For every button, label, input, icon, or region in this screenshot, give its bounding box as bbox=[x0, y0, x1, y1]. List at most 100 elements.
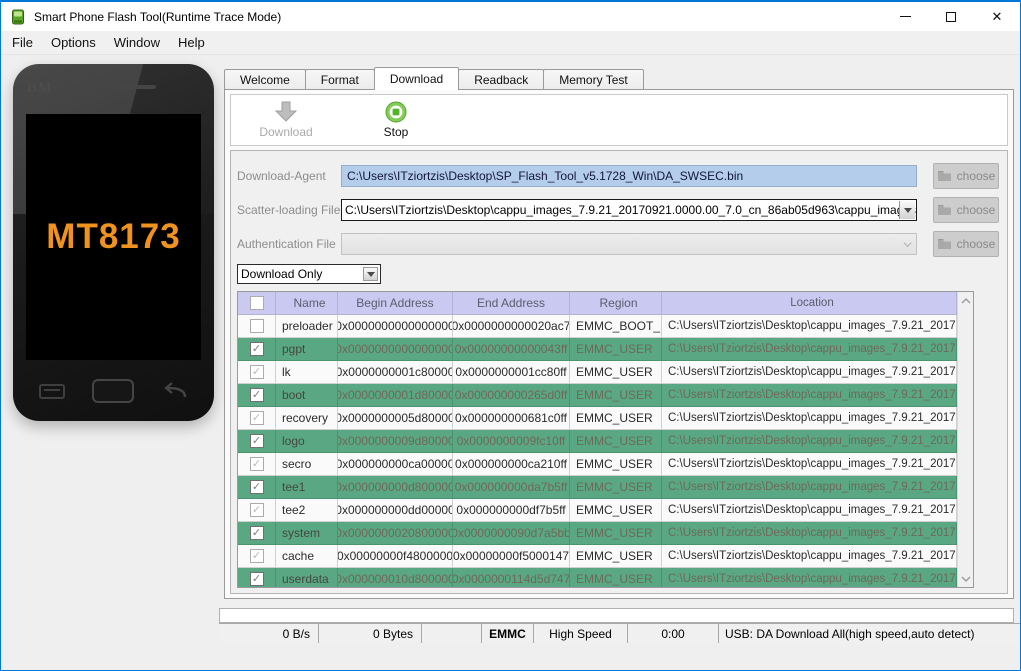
phone-preview: BM MT8173 bbox=[13, 64, 214, 421]
authentication-choose-button[interactable]: choose bbox=[933, 231, 999, 257]
scatter-dropdown-button[interactable] bbox=[899, 201, 915, 219]
window-title: Smart Phone Flash Tool(Runtime Trace Mod… bbox=[34, 9, 282, 24]
choose-label: choose bbox=[956, 203, 996, 217]
checkbox-icon bbox=[249, 457, 264, 471]
table-row-system[interactable]: system0x00000000208000000x0000000090d7a5… bbox=[238, 522, 957, 545]
minimize-icon bbox=[899, 16, 911, 17]
phone-menu-icon bbox=[39, 383, 65, 399]
cell-region: EMMC_USER bbox=[570, 407, 662, 430]
stop-tool-label: Stop bbox=[383, 125, 409, 139]
authentication-file-combobox[interactable] bbox=[341, 233, 917, 255]
row-checkbox[interactable] bbox=[238, 499, 276, 522]
table-row-logo[interactable]: logo0x0000000009d800000x0000000009fc10ff… bbox=[238, 430, 957, 453]
row-checkbox[interactable] bbox=[238, 476, 276, 499]
cell-region: EMMC_BOOT_1 bbox=[570, 315, 662, 338]
cell-location: C:\Users\ITziortzis\Desktop\cappu_images… bbox=[662, 384, 957, 407]
cell-begin-address: 0x0000000000000000 bbox=[338, 338, 453, 361]
row-checkbox[interactable] bbox=[238, 453, 276, 476]
table-row-tee1[interactable]: tee10x000000000d8000000x000000000da7b5ff… bbox=[238, 476, 957, 499]
row-checkbox[interactable] bbox=[238, 407, 276, 430]
checkbox-icon bbox=[249, 480, 264, 494]
row-checkbox[interactable] bbox=[238, 361, 276, 384]
tab-format[interactable]: Format bbox=[304, 69, 375, 90]
cell-name: lk bbox=[276, 361, 338, 384]
cell-location: C:\Users\ITziortzis\Desktop\cappu_images… bbox=[662, 499, 957, 522]
download-mode-select[interactable]: Download Only bbox=[237, 264, 381, 284]
cell-begin-address: 0x0000000000000000 bbox=[338, 315, 453, 338]
cell-end-address: 0x000000000681c0ff bbox=[453, 407, 570, 430]
download-tool-button[interactable]: Download bbox=[231, 101, 341, 139]
toolbar: Download Stop bbox=[230, 94, 1008, 146]
stop-tool-button[interactable]: Stop bbox=[341, 101, 451, 139]
table-row-pgpt[interactable]: pgpt0x00000000000000000x00000000000043ff… bbox=[238, 338, 957, 361]
table-row-preloader[interactable]: preloader 0x0000000000000000 0x00000000000… bbox=[238, 315, 957, 338]
scroll-down-button[interactable] bbox=[958, 570, 973, 587]
menu-item-options[interactable]: Options bbox=[42, 31, 105, 55]
row-checkbox[interactable] bbox=[238, 315, 276, 338]
row-checkbox[interactable] bbox=[238, 384, 276, 407]
tab-readback[interactable]: Readback bbox=[458, 69, 545, 90]
status-cell-5: 0:00 bbox=[628, 624, 719, 643]
table-row-secro[interactable]: secro0x000000000ca000000x000000000ca210f… bbox=[238, 453, 957, 476]
table-scrollbar[interactable] bbox=[957, 292, 973, 587]
status-cell-4: High Speed bbox=[534, 624, 628, 643]
phone-speaker bbox=[99, 85, 156, 89]
row-checkbox[interactable] bbox=[238, 568, 276, 587]
cell-name: boot bbox=[276, 384, 338, 407]
cell-begin-address: 0x0000000009d80000 bbox=[338, 430, 453, 453]
menu-item-help[interactable]: Help bbox=[169, 31, 214, 55]
app-icon bbox=[12, 9, 24, 24]
table-row-cache[interactable]: cache0x00000000f48000000x00000000f500014… bbox=[238, 545, 957, 568]
cell-region: EMMC_USER bbox=[570, 338, 662, 361]
tab-welcome[interactable]: Welcome bbox=[224, 69, 306, 90]
phone-back-icon bbox=[164, 382, 187, 398]
table-row-tee2[interactable]: tee20x000000000dd000000x000000000df7b5ff… bbox=[238, 499, 957, 522]
tab-bar: Welcome Format Download Readback Memory Test bbox=[224, 67, 644, 90]
header-begin-address: Begin Address bbox=[338, 292, 453, 315]
cell-begin-address: 0x0000000005d80000 bbox=[338, 407, 453, 430]
minimize-button[interactable] bbox=[882, 2, 928, 31]
header-region: Region bbox=[570, 292, 662, 315]
download-agent-choose-button[interactable]: choose bbox=[933, 163, 999, 189]
progress-bar bbox=[219, 608, 1014, 623]
cell-region: EMMC_USER bbox=[570, 430, 662, 453]
cell-location: C:\Users\ITziortzis\Desktop\cappu_images… bbox=[662, 522, 957, 545]
cell-location: C:\Users\ITziortzis\Desktop\cappu_images… bbox=[662, 407, 957, 430]
cell-end-address: 0x000000000df7b5ff bbox=[453, 499, 570, 522]
menu-item-file[interactable]: File bbox=[3, 31, 42, 55]
close-button[interactable]: ✕ bbox=[974, 2, 1020, 31]
folder-icon bbox=[937, 171, 951, 181]
cell-location: C:\Users\ITziortzis\Desktop\cappu_images… bbox=[662, 453, 957, 476]
checkbox-icon bbox=[249, 388, 264, 402]
select-all-checkbox[interactable] bbox=[249, 296, 264, 310]
download-agent-field[interactable]: C:\Users\ITziortzis\Desktop\SP_Flash_Too… bbox=[341, 165, 917, 187]
header-select-all[interactable] bbox=[238, 292, 276, 315]
cell-end-address: 0x00000000000043ff bbox=[453, 338, 570, 361]
row-checkbox[interactable] bbox=[238, 522, 276, 545]
cell-name: tee2 bbox=[276, 499, 338, 522]
maximize-button[interactable] bbox=[928, 2, 974, 31]
row-checkbox[interactable] bbox=[238, 338, 276, 361]
scatter-file-combobox[interactable]: C:\Users\ITziortzis\Desktop\cappu_images… bbox=[341, 199, 917, 221]
scatter-choose-button[interactable]: choose bbox=[933, 197, 999, 223]
row-checkbox[interactable] bbox=[238, 545, 276, 568]
table-row-lk[interactable]: lk0x0000000001c800000x0000000001cc80ffEM… bbox=[238, 361, 957, 384]
table-row-boot[interactable]: boot0x0000000001d800000x000000000265d0ff… bbox=[238, 384, 957, 407]
menu-item-window[interactable]: Window bbox=[105, 31, 169, 55]
checkbox-icon bbox=[249, 319, 264, 333]
cell-begin-address: 0x000000000ca00000 bbox=[338, 453, 453, 476]
scroll-up-button[interactable] bbox=[958, 292, 973, 309]
checkbox-icon bbox=[249, 342, 264, 356]
table-row-userdata[interactable]: userdata0x000000010d8000000x0000000114d5… bbox=[238, 568, 957, 587]
status-cell-2 bbox=[422, 624, 482, 643]
cell-region: EMMC_USER bbox=[570, 453, 662, 476]
table-row-recovery[interactable]: recovery0x0000000005d800000x000000000681… bbox=[238, 407, 957, 430]
cell-region: EMMC_USER bbox=[570, 384, 662, 407]
download-panel: Download-Agent C:\Users\ITziortzis\Deskt… bbox=[230, 150, 1008, 594]
dropdown-arrow-icon bbox=[903, 207, 912, 213]
tab-memory-test[interactable]: Memory Test bbox=[543, 69, 644, 90]
row-checkbox[interactable] bbox=[238, 430, 276, 453]
tab-download[interactable]: Download bbox=[373, 67, 460, 90]
cell-location: C:\Users\ITziortzis\Desktop\cappu_images… bbox=[662, 361, 957, 384]
mode-dropdown-button[interactable] bbox=[363, 267, 378, 281]
